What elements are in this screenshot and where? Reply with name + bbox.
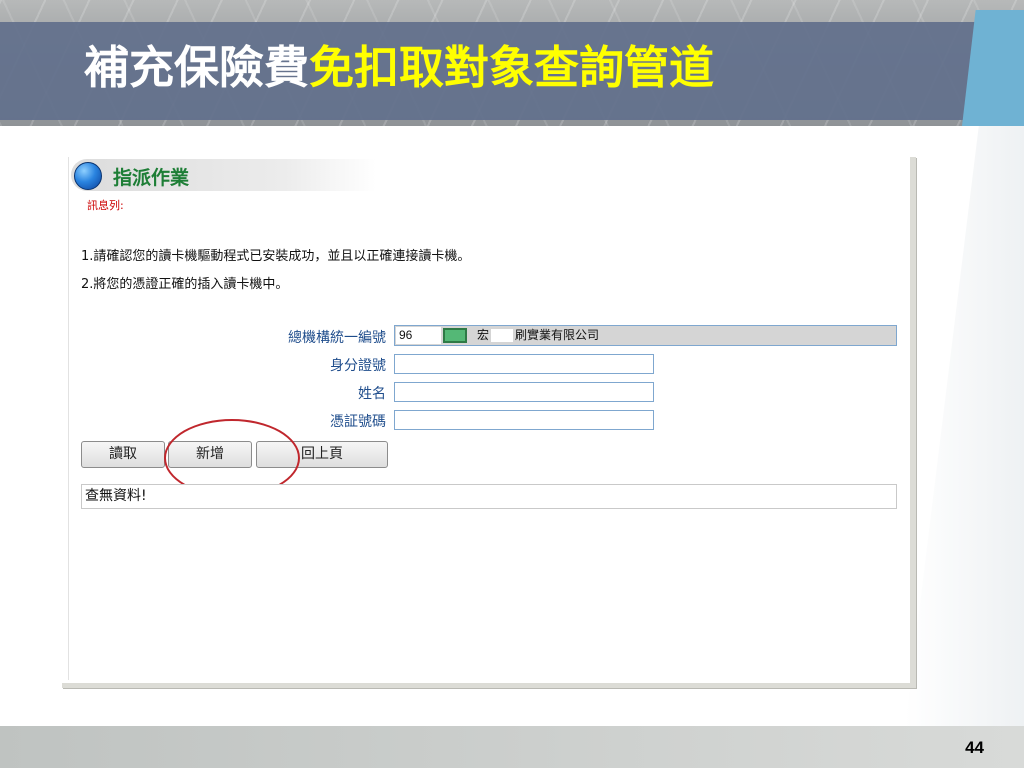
result-message: 查無資料! [81,484,897,509]
slide-footer [0,726,1024,768]
side-decoration [905,126,1024,726]
org-id-code[interactable]: 96 [396,327,441,344]
instruction-line-2: 2.將您的憑證正確的插入讀卡機中。 [81,277,289,292]
org-id-combo[interactable]: 96 宏 刷實業有限公司 [394,325,897,346]
slide-header: 補充保險費免扣取對象查詢管道 [0,0,1024,126]
org-id-redaction-mask [443,328,467,343]
section-heading-text: 指派作業 [113,167,190,189]
org-name-prefix: 宏 [477,328,490,342]
org-id-label: 總機構統一編號 [288,330,386,346]
instruction-line-1: 1.請確認您的讀卡機驅動程式已安裝成功，並且以正確連接讀卡機。 [81,249,471,264]
message-label: 訊息列: [87,199,124,212]
id-number-label: 身分證號 [330,358,386,374]
certificate-number-input[interactable] [394,410,654,430]
slide-title-main: 補充保險費 [84,41,310,94]
app-screenshot-panel: 指派作業 訊息列: 1.請確認您的讀卡機驅動程式已安裝成功，並且以正確連接讀卡機… [62,157,916,688]
name-input[interactable] [394,382,654,402]
slide-title: 補充保險費免扣取對象查詢管道 [84,30,714,106]
id-number-input[interactable] [394,354,654,374]
section-heading: 指派作業 [71,159,376,191]
blue-orb-icon [74,162,102,190]
page-number: 44 [965,738,984,757]
org-name-suffix: 刷實業有限公司 [515,328,600,342]
name-label: 姓名 [358,386,386,402]
org-name-display: 宏 刷實業有限公司 [474,326,896,345]
read-button[interactable]: 讀取 [81,441,165,468]
app-content: 指派作業 訊息列: 1.請確認您的讀卡機驅動程式已安裝成功，並且以正確連接讀卡機… [68,157,908,680]
slide-title-highlight: 免扣取對象查詢管道 [309,41,715,94]
org-name-redaction-mask [491,329,514,342]
